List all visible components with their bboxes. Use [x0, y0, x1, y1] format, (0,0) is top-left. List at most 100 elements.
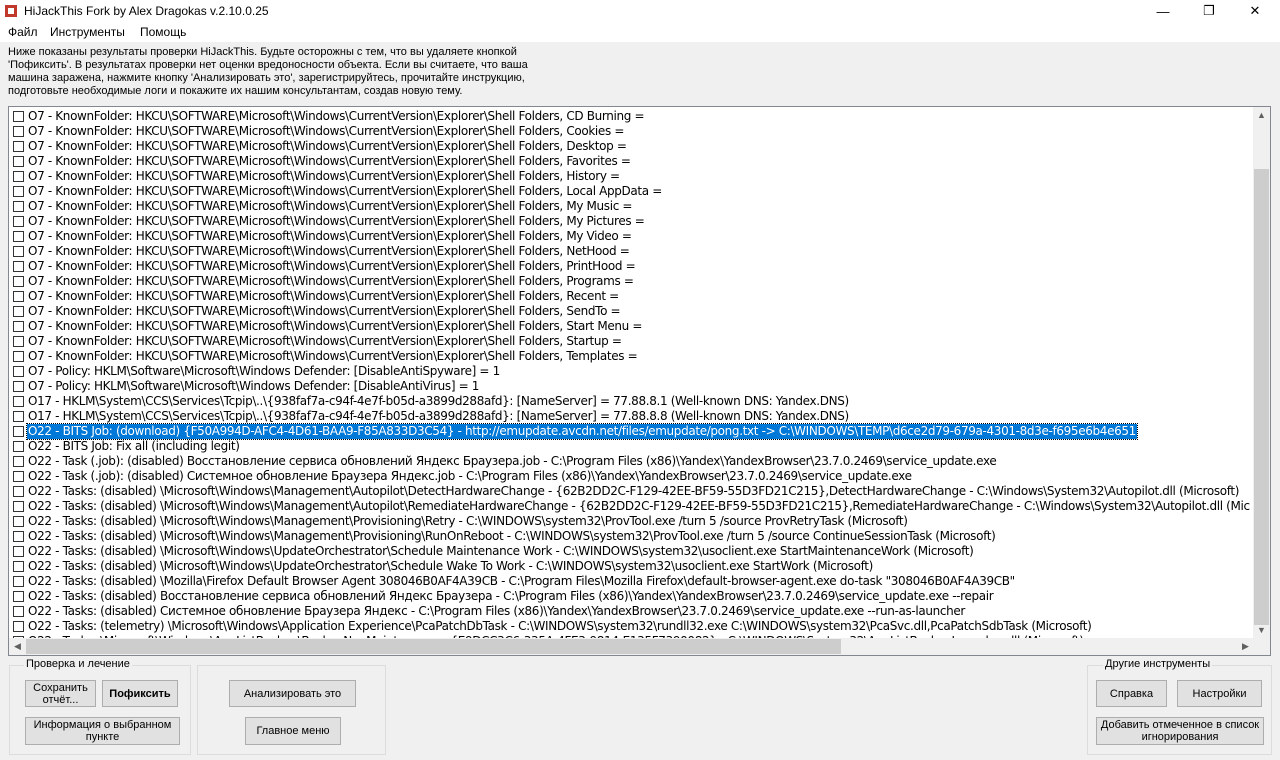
result-row[interactable]: O7 - KnownFolder: HKCU\SOFTWARE\Microsof… — [9, 169, 1254, 184]
result-checkbox[interactable] — [13, 111, 24, 122]
result-row[interactable]: O22 - BITS Job: Fix all (including legit… — [9, 439, 1254, 454]
maximize-button[interactable]: ❐ — [1186, 0, 1232, 22]
result-row[interactable]: O7 - KnownFolder: HKCU\SOFTWARE\Microsof… — [9, 319, 1254, 334]
result-checkbox[interactable] — [13, 561, 24, 572]
result-checkbox[interactable] — [13, 366, 24, 377]
result-checkbox[interactable] — [13, 501, 24, 512]
result-checkbox[interactable] — [13, 186, 24, 197]
minimize-button[interactable]: — — [1140, 0, 1186, 22]
result-row[interactable]: O22 - Tasks: (disabled) \Microsoft\Windo… — [9, 499, 1254, 514]
result-text: O7 - KnownFolder: HKCU\SOFTWARE\Microsof… — [28, 274, 634, 288]
result-checkbox[interactable] — [13, 456, 24, 467]
result-row[interactable]: O7 - KnownFolder: HKCU\SOFTWARE\Microsof… — [9, 274, 1254, 289]
result-row[interactable]: O7 - KnownFolder: HKCU\SOFTWARE\Microsof… — [9, 154, 1254, 169]
result-checkbox[interactable] — [13, 606, 24, 617]
result-checkbox[interactable] — [13, 486, 24, 497]
result-row[interactable]: O22 - Tasks: (disabled) \Microsoft\Windo… — [9, 559, 1254, 574]
result-checkbox[interactable] — [13, 591, 24, 602]
result-row[interactable]: O22 - Tasks: (disabled) \Mozilla\Firefox… — [9, 574, 1254, 589]
result-row[interactable]: O7 - Policy: HKLM\Software\Microsoft\Win… — [9, 364, 1254, 379]
result-row[interactable]: O7 - KnownFolder: HKCU\SOFTWARE\Microsof… — [9, 184, 1254, 199]
result-checkbox[interactable] — [13, 291, 24, 302]
result-row[interactable]: O17 - HKLM\System\CCS\Services\Tcpip\..\… — [9, 394, 1254, 409]
result-checkbox[interactable] — [13, 396, 24, 407]
result-checkbox[interactable] — [13, 336, 24, 347]
result-text: O22 - Tasks: (disabled) \Microsoft\Windo… — [28, 529, 996, 543]
analyze-button[interactable]: Анализировать это — [229, 680, 356, 707]
scroll-down-icon[interactable]: ▼ — [1253, 622, 1270, 639]
menu-file[interactable]: Файл — [8, 25, 38, 39]
result-row[interactable]: O7 - KnownFolder: HKCU\SOFTWARE\Microsof… — [9, 244, 1254, 259]
menu-help[interactable]: Помощь — [140, 25, 186, 39]
vertical-scroll-thumb[interactable] — [1254, 169, 1269, 625]
result-row[interactable]: O7 - KnownFolder: HKCU\SOFTWARE\Microsof… — [9, 109, 1254, 124]
settings-button[interactable]: Настройки — [1177, 680, 1262, 707]
fix-button[interactable]: Пофиксить — [102, 680, 178, 707]
result-row[interactable]: O7 - KnownFolder: HKCU\SOFTWARE\Microsof… — [9, 259, 1254, 274]
help-button[interactable]: Справка — [1096, 680, 1167, 707]
result-row[interactable]: O7 - KnownFolder: HKCU\SOFTWARE\Microsof… — [9, 349, 1254, 364]
result-text: O22 - Task (.job): (disabled) Восстановл… — [28, 454, 997, 468]
result-text: O22 - Tasks: (disabled) Восстановление с… — [28, 589, 994, 603]
result-row[interactable]: O7 - KnownFolder: HKCU\SOFTWARE\Microsof… — [9, 214, 1254, 229]
result-checkbox[interactable] — [13, 276, 24, 287]
result-text: O22 - Tasks: (disabled) \Microsoft\Windo… — [28, 499, 1250, 513]
result-checkbox[interactable] — [13, 306, 24, 317]
result-row[interactable]: O22 - Tasks: (telemetry) \Microsoft\Wind… — [9, 619, 1254, 634]
result-checkbox[interactable] — [13, 261, 24, 272]
result-row[interactable]: O7 - Policy: HKLM\Software\Microsoft\Win… — [9, 379, 1254, 394]
result-row[interactable]: O22 - BITS Job: (download) {F50A994D-AFC… — [9, 423, 1254, 440]
scroll-up-icon[interactable]: ▲ — [1253, 107, 1270, 124]
horizontal-scrollbar[interactable]: ◀ ▶ — [9, 638, 1254, 655]
result-row[interactable]: O22 - Task (.job): (disabled) Восстановл… — [9, 454, 1254, 469]
result-text: O22 - BITS Job: (download) {F50A994D-AFC… — [26, 423, 1138, 440]
result-checkbox[interactable] — [13, 441, 24, 452]
info-selected-button[interactable]: Информация о выбранном пункте — [25, 717, 180, 745]
result-row[interactable]: O22 - Tasks: (disabled) \Microsoft\Windo… — [9, 544, 1254, 559]
results-list[interactable]: O7 - KnownFolder: HKCU\SOFTWARE\Microsof… — [8, 106, 1271, 656]
vertical-scrollbar[interactable]: ▲ ▼ — [1253, 107, 1270, 639]
result-checkbox[interactable] — [13, 411, 24, 422]
result-checkbox[interactable] — [13, 246, 24, 257]
result-row[interactable]: O22 - Tasks: (disabled) Системное обновл… — [9, 604, 1254, 619]
add-ignore-button[interactable]: Добавить отмеченное в список игнорирован… — [1096, 717, 1264, 745]
result-checkbox[interactable] — [13, 471, 24, 482]
save-report-button[interactable]: Сохранить отчёт... — [25, 680, 96, 707]
scroll-left-icon[interactable]: ◀ — [9, 638, 26, 655]
result-checkbox[interactable] — [13, 381, 24, 392]
result-row[interactable]: O22 - Tasks: (disabled) \Microsoft\Windo… — [9, 529, 1254, 544]
result-checkbox[interactable] — [13, 351, 24, 362]
result-row[interactable]: O7 - KnownFolder: HKCU\SOFTWARE\Microsof… — [9, 304, 1254, 319]
close-button[interactable]: ✕ — [1232, 0, 1278, 22]
result-row[interactable]: O7 - KnownFolder: HKCU\SOFTWARE\Microsof… — [9, 124, 1254, 139]
result-row[interactable]: O22 - Tasks: (disabled) Восстановление с… — [9, 589, 1254, 604]
menu-tools[interactable]: Инструменты — [50, 25, 125, 39]
result-checkbox[interactable] — [13, 156, 24, 167]
result-row[interactable]: O22 - Task (.job): (disabled) Системное … — [9, 469, 1254, 484]
result-checkbox[interactable] — [13, 621, 24, 632]
result-row[interactable]: O7 - KnownFolder: HKCU\SOFTWARE\Microsof… — [9, 289, 1254, 304]
result-row[interactable]: O22 - Tasks: (disabled) \Microsoft\Windo… — [9, 484, 1254, 499]
result-checkbox[interactable] — [13, 216, 24, 227]
result-checkbox[interactable] — [13, 531, 24, 542]
result-checkbox[interactable] — [13, 321, 24, 332]
result-row[interactable]: O7 - KnownFolder: HKCU\SOFTWARE\Microsof… — [9, 334, 1254, 349]
result-checkbox[interactable] — [13, 201, 24, 212]
result-checkbox[interactable] — [13, 516, 24, 527]
main-menu-button[interactable]: Главное меню — [245, 717, 341, 745]
result-checkbox[interactable] — [13, 171, 24, 182]
result-row[interactable]: O7 - KnownFolder: HKCU\SOFTWARE\Microsof… — [9, 199, 1254, 214]
result-checkbox[interactable] — [13, 141, 24, 152]
result-checkbox[interactable] — [13, 426, 24, 437]
result-row[interactable]: O7 - KnownFolder: HKCU\SOFTWARE\Microsof… — [9, 229, 1254, 244]
info-text: Ниже показаны результаты проверки HiJack… — [8, 46, 528, 97]
horizontal-scroll-thumb[interactable] — [26, 639, 841, 654]
scroll-right-icon[interactable]: ▶ — [1237, 638, 1254, 655]
result-row[interactable]: O17 - HKLM\System\CCS\Services\Tcpip\..\… — [9, 409, 1254, 424]
result-row[interactable]: O7 - KnownFolder: HKCU\SOFTWARE\Microsof… — [9, 139, 1254, 154]
result-checkbox[interactable] — [13, 126, 24, 137]
result-checkbox[interactable] — [13, 231, 24, 242]
result-row[interactable]: O22 - Tasks: (disabled) \Microsoft\Windo… — [9, 514, 1254, 529]
result-checkbox[interactable] — [13, 546, 24, 557]
result-checkbox[interactable] — [13, 576, 24, 587]
